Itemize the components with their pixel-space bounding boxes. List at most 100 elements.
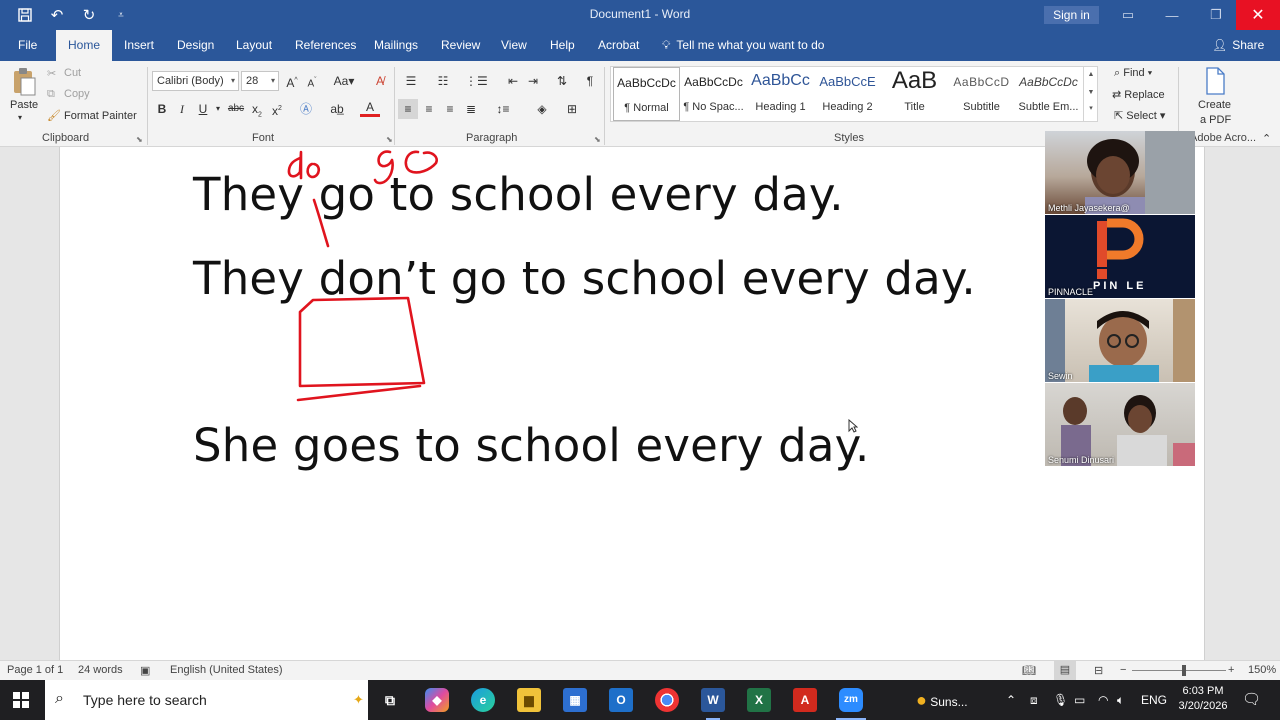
create-pdf-label-1[interactable]: Create	[1198, 99, 1231, 111]
web-layout-icon[interactable]: ⊟	[1094, 664, 1103, 677]
chrome-icon[interactable]	[655, 688, 679, 712]
paste-dropdown-icon[interactable]: ▾	[18, 113, 22, 122]
shrink-font-icon[interactable]: Aˇ	[302, 71, 322, 91]
tab-insert[interactable]: Insert	[124, 30, 154, 61]
proofing-icon[interactable]: ▣	[140, 664, 150, 677]
replace-button[interactable]: ⇄ Replace	[1112, 88, 1165, 101]
print-layout-icon[interactable]: ▤	[1054, 661, 1076, 680]
zoom-level[interactable]: 150%	[1248, 664, 1276, 676]
font-family-select[interactable]: Calibri (Body) ▾	[152, 71, 239, 91]
zoom-app-icon[interactable]: zm	[839, 688, 863, 712]
style-subtle-emphasis[interactable]: AaBbCcDc Subtle Em...	[1015, 67, 1082, 121]
zoom-thumb[interactable]	[1182, 665, 1186, 676]
acrobat-icon[interactable]: A	[793, 688, 817, 712]
meet-now-icon[interactable]: ⧈	[1030, 680, 1038, 720]
change-case-icon[interactable]: Aa▾	[330, 71, 358, 91]
zoom-slider[interactable]	[1132, 670, 1226, 671]
document-page[interactable]	[59, 147, 1205, 660]
task-view-icon[interactable]: ⧉	[378, 688, 402, 712]
read-mode-icon[interactable]: 📖︎	[1022, 664, 1036, 677]
style-title[interactable]: AaB Title	[881, 67, 948, 121]
edge-icon[interactable]: e	[471, 688, 495, 712]
close-icon[interactable]: ✕	[1236, 0, 1280, 30]
find-button[interactable]: ⌕ Find ▾	[1114, 67, 1152, 80]
line-spacing-icon[interactable]: ↕≡	[493, 99, 513, 119]
paste-button[interactable]: Paste	[10, 99, 38, 111]
text-effects-icon[interactable]: Ⓐ	[296, 99, 316, 119]
outlook-icon[interactable]: O	[609, 688, 633, 712]
subscript-icon[interactable]: x2	[247, 99, 267, 119]
clipboard-launcher-icon[interactable]: ⬊	[136, 135, 143, 144]
select-button[interactable]: ⇱ Select ▾	[1114, 109, 1165, 122]
clear-formatting-icon[interactable]: A̸	[370, 71, 390, 91]
restore-icon[interactable]: ❐	[1194, 0, 1238, 30]
weather-widget[interactable]: ● Suns...	[916, 680, 968, 720]
more-styles-icon[interactable]: ▾	[1084, 102, 1098, 116]
zoom-out-icon[interactable]: −	[1120, 664, 1126, 676]
share-button[interactable]: 👤︎ Share	[1212, 30, 1264, 61]
superscript-icon[interactable]: x2	[267, 99, 287, 119]
volume-icon[interactable]: 🔈︎	[1117, 680, 1124, 720]
align-right-icon[interactable]: ≡	[440, 99, 460, 119]
tab-help[interactable]: Help	[550, 30, 575, 61]
increase-indent-icon[interactable]: ⇥	[523, 71, 543, 91]
copy-button[interactable]: Copy	[64, 88, 90, 100]
clock[interactable]: 6:03 PM 3/20/2026	[1178, 684, 1228, 714]
page-count[interactable]: Page 1 of 1	[7, 664, 63, 676]
show-hidden-icons[interactable]: ⌃	[1006, 680, 1016, 720]
justify-icon[interactable]: ≣	[461, 99, 481, 119]
style-normal[interactable]: AaBbCcDc ¶ Normal	[613, 67, 680, 121]
language-indicator[interactable]: ENG	[1141, 680, 1167, 720]
highlight-icon[interactable]: ab̲	[327, 99, 347, 119]
video-tile[interactable]: Sewin	[1045, 299, 1195, 382]
style-subtitle[interactable]: AaBbCcD Subtitle	[948, 67, 1015, 121]
align-left-icon[interactable]: ≡	[398, 99, 418, 119]
tab-design[interactable]: Design	[177, 30, 214, 61]
excel-icon[interactable]: X	[747, 688, 771, 712]
underline-dropdown-icon[interactable]: ▾	[208, 99, 228, 119]
file-explorer-icon[interactable]: ▆	[517, 688, 541, 712]
ribbon-display-options-icon[interactable]: ▭	[1106, 0, 1150, 30]
grow-font-icon[interactable]: A^	[282, 71, 302, 91]
windows-start-icon[interactable]	[13, 692, 29, 711]
video-tile[interactable]: Methli Jayasekera@	[1045, 131, 1195, 214]
font-color-icon[interactable]: A	[360, 99, 380, 117]
microphone-icon[interactable]: 🎙︎	[1053, 680, 1068, 720]
create-pdf-label-2[interactable]: a PDF	[1200, 114, 1231, 126]
tab-home[interactable]: Home	[56, 30, 113, 61]
sort-icon[interactable]: ⇅	[552, 71, 572, 91]
language-status[interactable]: English (United States)	[170, 664, 283, 676]
paste-icon[interactable]	[10, 67, 38, 97]
word-taskbar-icon[interactable]: W	[701, 688, 725, 712]
tell-me-search[interactable]: 💡︎ Tell me what you want to do	[662, 30, 824, 61]
tab-layout[interactable]: Layout	[236, 30, 272, 61]
style-heading-2[interactable]: AaBbCcE Heading 2	[814, 67, 881, 121]
font-launcher-icon[interactable]: ⬊	[386, 135, 393, 144]
bullets-icon[interactable]: ☰	[401, 71, 421, 91]
tab-file[interactable]: File	[18, 30, 37, 61]
notifications-icon[interactable]: 🗨︎	[1242, 680, 1261, 720]
style-no-spacing[interactable]: AaBbCcDc ¶ No Spac...	[680, 67, 747, 121]
bold-icon[interactable]: B	[152, 99, 172, 119]
tab-review[interactable]: Review	[441, 30, 480, 61]
tab-acrobat[interactable]: Acrobat	[598, 30, 639, 61]
strikethrough-icon[interactable]: abc	[226, 99, 246, 119]
tab-view[interactable]: View	[501, 30, 527, 61]
align-center-icon[interactable]: ≡	[419, 99, 439, 119]
wifi-icon[interactable]: ◠	[1098, 680, 1108, 720]
scroll-down-icon[interactable]: ▼	[1084, 84, 1098, 102]
word-count[interactable]: 24 words	[78, 664, 123, 676]
show-formatting-icon[interactable]: ¶	[580, 71, 600, 91]
battery-icon[interactable]: ▭	[1074, 680, 1085, 720]
create-pdf-icon[interactable]	[1203, 67, 1227, 95]
shading-icon[interactable]: ◈	[532, 99, 552, 119]
styles-scroll[interactable]: ▲ ▼ ▾	[1083, 66, 1098, 122]
copilot-icon[interactable]: ◆	[425, 688, 449, 712]
italic-icon[interactable]: I	[172, 99, 192, 119]
scroll-up-icon[interactable]: ▲	[1084, 66, 1098, 84]
cut-button[interactable]: Cut	[64, 67, 81, 79]
sign-in-button[interactable]: Sign in	[1044, 6, 1099, 24]
font-size-select[interactable]: 28 ▾	[241, 71, 279, 91]
decrease-indent-icon[interactable]: ⇤	[503, 71, 523, 91]
style-heading-1[interactable]: AaBbCc Heading 1	[747, 67, 814, 121]
